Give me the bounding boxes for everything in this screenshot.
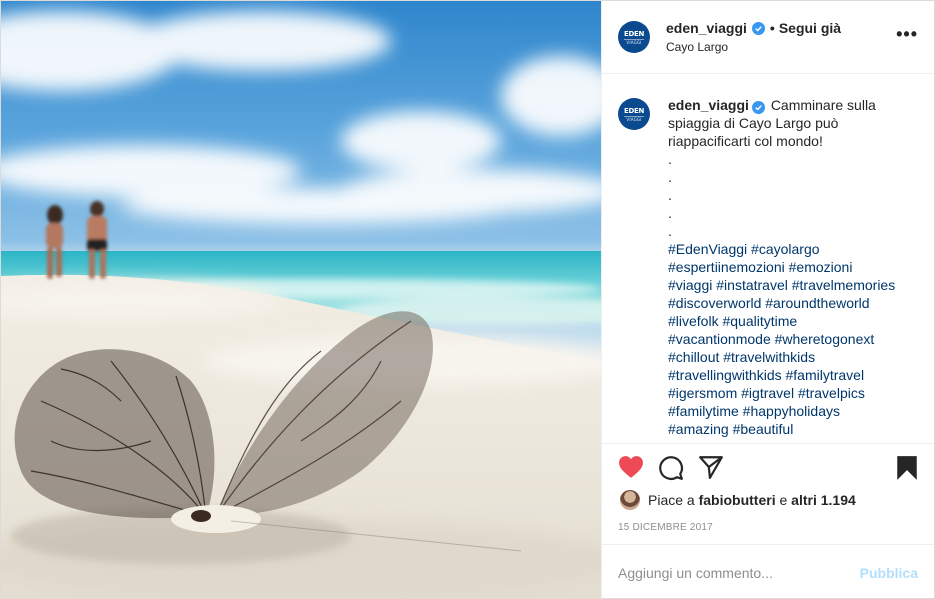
add-comment-bar: Pubblica: [602, 544, 934, 599]
location-link[interactable]: Cayo Largo: [666, 40, 841, 54]
caption-dot: .: [668, 205, 672, 221]
verified-badge-icon: [751, 21, 765, 35]
hashtag-line[interactable]: #livefolk #qualitytime: [668, 312, 918, 330]
avatar[interactable]: EDEN VIAGGI: [618, 21, 650, 53]
comment-icon[interactable]: [658, 455, 684, 484]
likes-prefix: Piace a: [648, 492, 695, 508]
liker-avatar[interactable]: [620, 490, 640, 510]
post-header: EDEN VIAGGI eden_viaggi • Segui già Cayo…: [602, 1, 934, 74]
caption-dots: . . . . .: [668, 150, 918, 240]
avatar-logo-text: EDEN: [623, 106, 645, 115]
hashtag-line[interactable]: #EdenViaggi #cayolargo: [668, 240, 918, 258]
heart-icon[interactable]: [618, 455, 644, 482]
liker-username-link[interactable]: fabiobutteri: [699, 492, 776, 508]
follow-status-button[interactable]: Segui già: [779, 20, 841, 36]
bookmark-icon[interactable]: [896, 455, 918, 484]
caption-comment: EDEN VIAGGI eden_viaggi Camminare sulla …: [618, 96, 918, 438]
caption-dot: .: [668, 169, 672, 185]
post-side-panel: EDEN VIAGGI eden_viaggi • Segui già Cayo…: [601, 1, 934, 599]
publish-button[interactable]: Pubblica: [860, 565, 918, 581]
action-bar: [618, 451, 918, 487]
avatar-logo-text: EDEN: [623, 29, 645, 38]
hashtags: #EdenViaggi #cayolargo #espertiinemozion…: [668, 240, 918, 438]
header-text: eden_viaggi • Segui già Cayo Largo: [666, 20, 841, 54]
caption-username-link[interactable]: eden_viaggi: [668, 97, 749, 113]
comment-input[interactable]: [618, 564, 860, 581]
likes-count-link[interactable]: altri 1.194: [791, 492, 856, 508]
caption-dot: .: [668, 223, 672, 239]
hashtag-line[interactable]: #espertiinemozioni #emozioni: [668, 258, 918, 276]
hashtag-line[interactable]: #amazing #beautiful: [668, 420, 918, 438]
likes-summary: Piace a fabiobutteri e altri 1.194: [620, 490, 856, 510]
beach-photo-image: [1, 11, 601, 599]
caption-dot: .: [668, 151, 672, 167]
avatar-logo-subtext: VIAGGI: [626, 116, 642, 122]
hashtag-line[interactable]: #igersmom #igtravel #travelpics: [668, 384, 918, 402]
avatar-logo-subtext: VIAGGI: [626, 39, 642, 45]
caption-body: eden_viaggi Camminare sulla spiaggia di …: [668, 96, 918, 438]
separator-dot: •: [769, 20, 775, 36]
hashtag-line[interactable]: #viaggi #instatravel #travelmemories: [668, 276, 918, 294]
more-options-icon[interactable]: •••: [896, 25, 918, 43]
post-date[interactable]: 15 DICEMBRE 2017: [618, 522, 713, 533]
share-icon[interactable]: [698, 455, 724, 482]
post-photo[interactable]: [1, 1, 601, 599]
hashtag-line[interactable]: #discoverworld #aroundtheworld: [668, 294, 918, 312]
caption-dot: .: [668, 187, 672, 203]
hashtag-line[interactable]: #travellingwithkids #familytravel: [668, 366, 918, 384]
likes-conjunction: e: [779, 492, 788, 508]
verified-badge-icon: [751, 101, 765, 114]
hashtag-line[interactable]: #vacantionmode #wheretogonext: [668, 330, 918, 348]
caption-avatar[interactable]: EDEN VIAGGI: [618, 98, 650, 130]
instagram-post: EDEN VIAGGI eden_viaggi • Segui già Cayo…: [0, 0, 935, 599]
caption-area: EDEN VIAGGI eden_viaggi Camminare sulla …: [602, 74, 934, 444]
hashtag-line[interactable]: #chillout #travelwithkids: [668, 348, 918, 366]
hashtag-line[interactable]: #familytime #happyholidays: [668, 402, 918, 420]
username-link[interactable]: eden_viaggi: [666, 20, 747, 36]
